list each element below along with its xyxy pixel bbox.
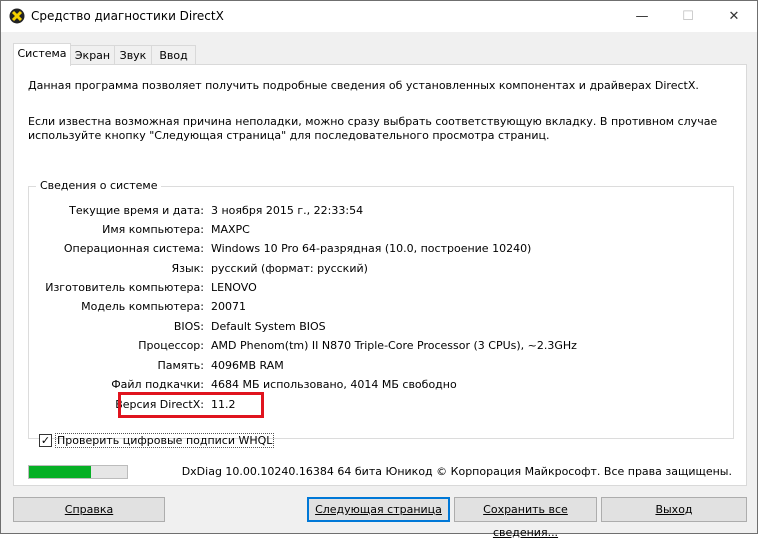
memory-value: 4096MB RAM	[211, 359, 284, 372]
progress-bar-fill	[29, 466, 91, 478]
system-info-group-title: Сведения о системе	[36, 179, 162, 192]
datetime-value: 3 ноября 2015 г., 22:33:54	[211, 204, 364, 217]
directx-app-icon	[9, 8, 25, 24]
pagefile-label: Файл подкачки:	[111, 378, 204, 391]
maximize-button[interactable]: ☐	[665, 1, 711, 32]
intro-hint-text: Если известна возможная причина неполадк…	[28, 115, 718, 142]
tab-display[interactable]: Экран	[70, 45, 115, 65]
bios-label: BIOS:	[173, 320, 204, 333]
tab-sound[interactable]: Звук	[114, 45, 152, 65]
close-button[interactable]: ✕	[711, 1, 757, 32]
processor-label: Процессор:	[138, 339, 204, 352]
processor-value: AMD Phenom(tm) II N870 Triple-Core Proce…	[211, 339, 577, 352]
whql-checkbox[interactable]: ✓	[39, 434, 52, 447]
dxdiag-window: Средство диагностики DirectX — ☐ ✕ Систе…	[0, 0, 758, 539]
language-value: русский (формат: русский)	[211, 262, 368, 275]
save-all-info-button[interactable]: Сохранить все сведения...	[454, 497, 597, 539]
os-value: Windows 10 Pro 64-разрядная (10.0, постр…	[211, 242, 532, 255]
model-label: Модель компьютера:	[81, 300, 204, 313]
computer-name-value: MAXPC	[211, 223, 250, 236]
tab-system[interactable]: Система	[13, 43, 71, 66]
datetime-label: Текущие время и дата:	[69, 204, 204, 217]
next-page-button[interactable]: Следующая страница	[307, 497, 450, 522]
system-tab-panel: Данная программа позволяет получить подр…	[13, 64, 747, 486]
whql-checkbox-label[interactable]: Проверить цифровые подписи WHQL	[55, 433, 275, 448]
computer-name-label: Имя компьютера:	[102, 223, 204, 236]
pagefile-value: 4684 МБ использовано, 4014 МБ свободно	[211, 378, 457, 391]
next-page-button-label: Следующая страница	[315, 503, 442, 516]
progress-bar	[28, 465, 128, 479]
exit-button-label: Выход	[655, 503, 693, 516]
intro-text: Данная программа позволяет получить подр…	[28, 79, 699, 92]
manufacturer-label: Изготовитель компьютера:	[45, 281, 204, 294]
help-button-label: Справка	[64, 503, 114, 516]
language-label: Язык:	[171, 262, 204, 275]
title-bar[interactable]: Средство диагностики DirectX — ☐ ✕	[1, 1, 757, 32]
exit-button[interactable]: Выход	[601, 497, 747, 522]
memory-label: Память:	[157, 359, 204, 372]
manufacturer-value: LENOVO	[211, 281, 257, 294]
os-label: Операционная система:	[63, 242, 204, 255]
window-title: Средство диагностики DirectX	[31, 9, 224, 23]
help-button[interactable]: Справка	[13, 497, 165, 522]
model-value: 20071	[211, 300, 246, 313]
directx-version-highlight	[118, 392, 264, 418]
dxdiag-version-copyright: DxDiag 10.00.10240.16384 64 бита Юникод …	[181, 465, 732, 478]
minimize-button[interactable]: —	[619, 1, 665, 32]
bios-value: Default System BIOS	[211, 320, 326, 333]
tab-input[interactable]: Ввод	[151, 45, 196, 65]
